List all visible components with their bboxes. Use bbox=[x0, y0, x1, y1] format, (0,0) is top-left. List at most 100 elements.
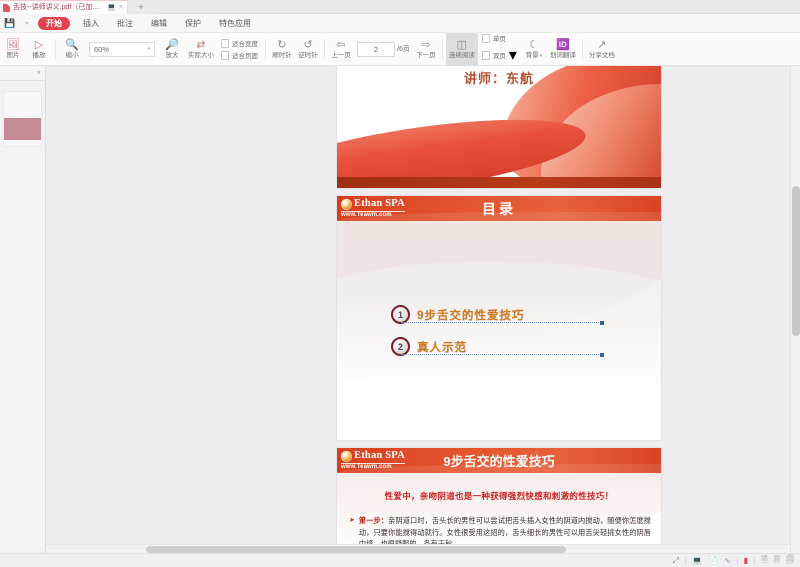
close-icon[interactable]: × bbox=[37, 70, 41, 77]
zoom-out-icon: 🔍 bbox=[65, 38, 79, 51]
pdf-file-icon bbox=[3, 3, 10, 12]
page2-title: 目录 bbox=[482, 200, 516, 217]
rotate-ccw-button[interactable]: ↺ 逆时针 bbox=[295, 33, 321, 66]
picture-button[interactable]: 🖼 图片 bbox=[0, 33, 26, 66]
fit-width-button[interactable]: 适合宽度 bbox=[221, 38, 258, 48]
fit-icon[interactable]: ⤢ bbox=[673, 556, 679, 566]
continuous-scroll-label: 连续阅读 bbox=[448, 51, 475, 59]
vertical-scrollbar[interactable] bbox=[790, 66, 800, 553]
horizontal-scrollbar-thumb[interactable] bbox=[146, 546, 566, 553]
new-tab-button[interactable]: + bbox=[128, 0, 154, 14]
page1-footer-band bbox=[337, 177, 661, 188]
translate-button[interactable]: 🆔 划词翻译 bbox=[547, 33, 579, 66]
ribbon-tab-start[interactable]: 开始 bbox=[38, 16, 70, 30]
zoom-level-select[interactable]: 60% ▾ bbox=[89, 41, 155, 57]
single-page-icon[interactable]: 💻 bbox=[692, 556, 702, 565]
double-page-button[interactable]: 双页 ▾ bbox=[481, 45, 517, 65]
single-page-button[interactable]: 单页 bbox=[481, 33, 517, 43]
continuous-icon[interactable]: ∿ bbox=[724, 556, 731, 565]
fit-width-icon bbox=[221, 38, 229, 48]
play-button[interactable]: ▷ 播放 bbox=[26, 33, 52, 66]
thumbnail-panel: × bbox=[0, 66, 46, 553]
page3-step-label: 第一步： bbox=[358, 516, 389, 525]
rotate-ccw-icon: ↺ bbox=[303, 38, 313, 51]
single-page-icon bbox=[481, 33, 490, 43]
status-divider bbox=[754, 556, 756, 565]
document-tab[interactable]: 舌技--讲师讲义.pdf（已加密） 💻 × bbox=[0, 0, 128, 14]
save-icon[interactable]: 💾 bbox=[0, 14, 20, 33]
thumb-icon[interactable]: 🗎 bbox=[761, 554, 767, 567]
chevron-down-icon[interactable]: ▾ bbox=[147, 46, 150, 52]
zoom-out-button[interactable]: 🔍 缩小 bbox=[59, 33, 85, 66]
play-label: 播放 bbox=[32, 51, 46, 59]
document-page-3: Ethan SPA www.Teawm.com 9步舌交的性爱技巧 性爱中，亲吻… bbox=[337, 448, 661, 553]
zoom-in-icon: 🔎 bbox=[165, 38, 179, 51]
rotate-cw-icon: ↻ bbox=[277, 38, 287, 51]
fit-page-button[interactable]: 适合页面 bbox=[221, 50, 258, 60]
arrow-right-icon: ⇨ bbox=[421, 38, 431, 51]
page-mode-group: 单页 双页 ▾ bbox=[478, 33, 521, 66]
rotate-cw-label: 顺时针 bbox=[272, 51, 292, 59]
toc-label: 真人示范 bbox=[417, 341, 467, 354]
document-viewport[interactable]: 讲师：东航 Ethan SPA www.Teawm.com 目录 1 9步舌交的… bbox=[46, 66, 790, 553]
fit-page-label: 适合页面 bbox=[232, 53, 258, 60]
ribbon-tab-protect[interactable]: 保护 bbox=[176, 14, 210, 33]
horizontal-scrollbar[interactable] bbox=[46, 544, 790, 553]
double-page-icon[interactable]: 📄 bbox=[708, 556, 718, 565]
moon-icon: ☾ bbox=[528, 38, 539, 51]
next-page-button[interactable]: ⇨ 下一页 bbox=[413, 33, 439, 66]
chevron-down-icon[interactable]: ▾ bbox=[540, 53, 543, 59]
chevron-down-icon[interactable]: ▾ bbox=[20, 14, 34, 33]
page-thumbnail[interactable] bbox=[3, 91, 42, 147]
toolbar-divider bbox=[324, 39, 325, 59]
monitor-icon[interactable]: 💻 bbox=[107, 1, 116, 15]
fit-options-group: 适合宽度 适合页面 bbox=[217, 33, 262, 66]
background-label-row: 背景 ▾ bbox=[526, 52, 543, 60]
chevron-down-icon[interactable]: ▾ bbox=[509, 45, 517, 65]
rotate-ccw-label: 逆时针 bbox=[298, 51, 318, 59]
zoom-level-value: 60% bbox=[94, 44, 110, 54]
toc-leader-line-2 bbox=[401, 353, 604, 357]
actual-size-icon: ⇄ bbox=[196, 38, 206, 51]
page-icon[interactable]: 🗏 bbox=[774, 554, 780, 567]
tab-bar: 舌技--讲师讲义.pdf（已加密） 💻 × + bbox=[0, 0, 800, 14]
fit-width-label: 适合宽度 bbox=[232, 41, 258, 48]
rotate-cw-button[interactable]: ↻ 顺时针 bbox=[269, 33, 295, 66]
ribbon-tab-features[interactable]: 特色应用 bbox=[210, 14, 260, 33]
share-button[interactable]: ↗ 分享文档 bbox=[586, 33, 618, 66]
ribbon-tab-comment[interactable]: 批注 bbox=[108, 14, 142, 33]
page3-header: Ethan SPA www.Teawm.com 9步舌交的性爱技巧 bbox=[337, 448, 661, 473]
vertical-scrollbar-thumb[interactable] bbox=[792, 186, 800, 336]
translate-label: 划词翻译 bbox=[549, 51, 576, 59]
wps-pdf-window: 舌技--讲师讲义.pdf（已加密） 💻 × + 💾 ▾ 开始 插入 批注 编辑 … bbox=[0, 0, 800, 567]
page3-title: 9步舌交的性爱技巧 bbox=[443, 454, 555, 469]
thumbnail-panel-body bbox=[0, 147, 45, 553]
close-icon[interactable]: × bbox=[119, 1, 123, 15]
single-page-label: 单页 bbox=[492, 36, 506, 43]
double-page-label: 双页 bbox=[492, 53, 506, 60]
record-icon[interactable]: ▮ bbox=[744, 556, 748, 565]
picture-label: 图片 bbox=[6, 51, 20, 59]
continuous-scroll-button[interactable]: ◫ 连续阅读 bbox=[445, 32, 478, 66]
background-button[interactable]: ☾ 背景 ▾ bbox=[521, 33, 547, 66]
prev-page-label: 上一页 bbox=[331, 51, 351, 59]
translate-icon: 🆔 bbox=[556, 38, 570, 51]
prev-page-button[interactable]: ⇦ 上一页 bbox=[328, 33, 354, 66]
toolbar: 🖼 图片 ▷ 播放 🔍 缩小 60% ▾ 🔎 放大 ⇄ 实际大小 适合宽度 适合… bbox=[0, 32, 800, 66]
zoom-out-label: 缩小 bbox=[65, 51, 79, 59]
toolbar-divider bbox=[55, 39, 56, 59]
reading-icon[interactable]: 🗐 bbox=[786, 554, 794, 567]
double-page-icon bbox=[481, 50, 490, 60]
actual-size-button[interactable]: ⇄ 实际大小 bbox=[185, 33, 217, 66]
tab-title: 舌技--讲师讲义.pdf（已加密） bbox=[13, 3, 105, 11]
continuous-scroll-icon: ◫ bbox=[456, 38, 468, 51]
ribbon-tab-edit[interactable]: 编辑 bbox=[142, 14, 176, 33]
page-total-label: /6页 bbox=[397, 46, 410, 53]
page-number-input[interactable]: 2 bbox=[357, 41, 395, 57]
ribbon-tab-insert[interactable]: 插入 bbox=[74, 14, 108, 33]
page3-lead-text: 性爱中，亲吻阴道也是一种获得强烈快感和刺激的性技巧！ bbox=[384, 491, 614, 501]
page2-body: 1 9步舌交的性爱技巧 2 真人示范 bbox=[337, 221, 661, 440]
zoom-in-button[interactable]: 🔎 放大 bbox=[159, 33, 185, 66]
tab-bar-filler bbox=[154, 0, 800, 13]
thumbnail-panel-header: × bbox=[0, 66, 45, 81]
